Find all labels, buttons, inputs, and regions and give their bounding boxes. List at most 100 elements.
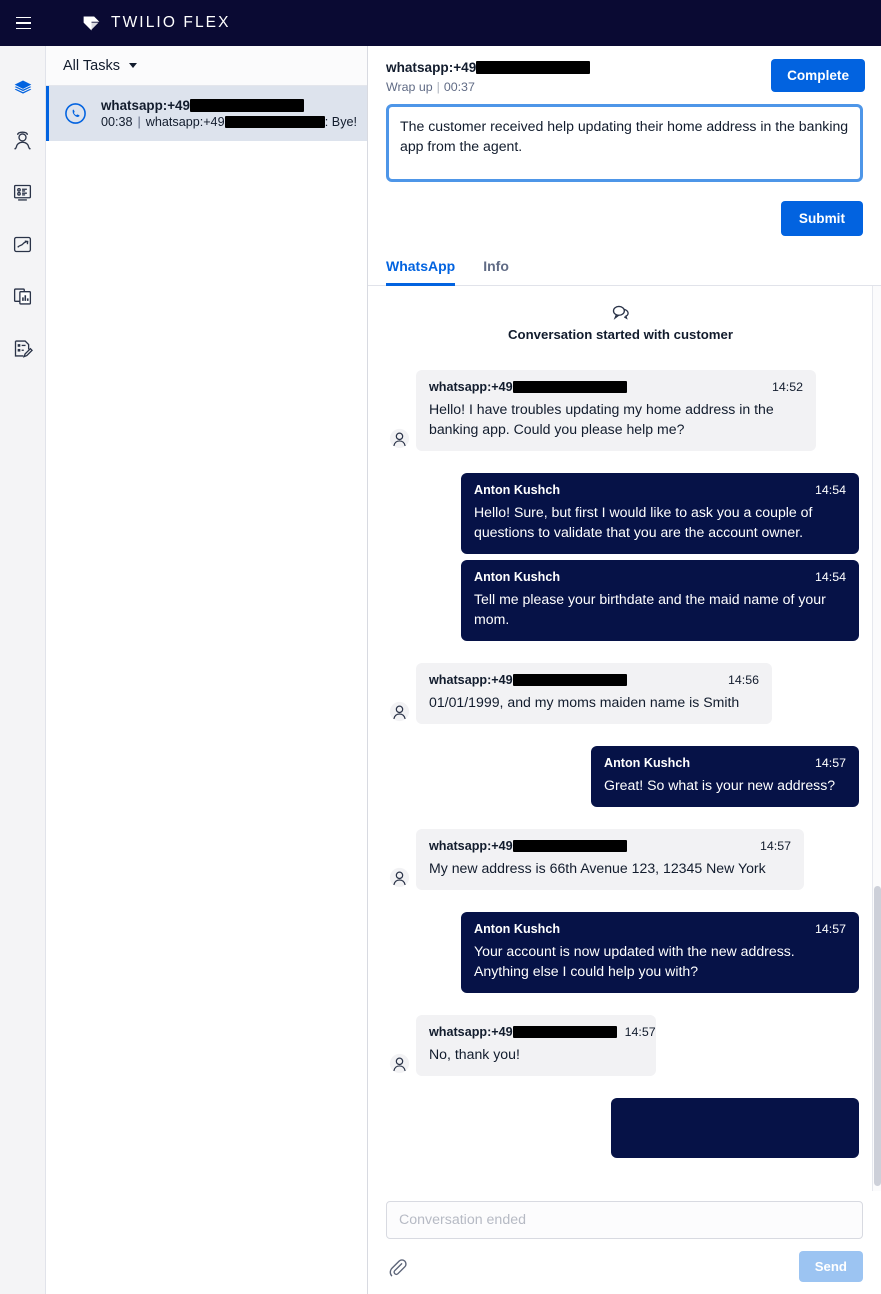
- avatar: [382, 428, 416, 451]
- task-filter-dropdown[interactable]: All Tasks: [46, 46, 367, 86]
- message-bubble: whatsapp:+49 14:56 01/01/1999, and my mo…: [416, 663, 772, 724]
- message-text: 01/01/1999, and my moms maiden name is S…: [429, 694, 740, 710]
- message-row: Anton Kushch 14:54 Hello! Sure, but firs…: [382, 473, 859, 554]
- task-header-name: whatsapp:+49: [386, 60, 591, 75]
- sidebar-rail: [0, 46, 46, 1294]
- sidebar-item-queues-stats[interactable]: [0, 166, 46, 218]
- sidebar-item-tasks[interactable]: [0, 62, 46, 114]
- task-list-item[interactable]: whatsapp:+49 00:38 | whatsapp:+49: Bye!: [46, 86, 367, 141]
- message-time: 14:57: [814, 756, 846, 770]
- task-header-status: Wrap up | 00:37: [386, 80, 590, 94]
- sidebar-item-agents[interactable]: [0, 114, 46, 166]
- message-author-prefix: whatsapp:+49: [429, 673, 513, 687]
- message-bubble-partial: [611, 1098, 859, 1158]
- task-status-timer: 00:37: [443, 80, 475, 94]
- message-list-scrollbar[interactable]: [872, 286, 881, 1191]
- message-time: 14:57: [624, 1025, 656, 1039]
- message-row: whatsapp:+49 14:56 01/01/1999, and my mo…: [382, 663, 859, 724]
- message-bubble: whatsapp:+49 14:57 No, thank you!: [416, 1015, 656, 1076]
- complete-button[interactable]: Complete: [771, 59, 865, 92]
- task-item-separator: |: [137, 115, 141, 129]
- redacted-phone: [189, 99, 304, 112]
- hamburger-icon[interactable]: [2, 0, 44, 46]
- message-text: Great! So what is your new address?: [604, 777, 836, 793]
- edit-document-icon: [14, 339, 33, 358]
- redacted-phone: [476, 61, 591, 74]
- redacted-phone: [512, 840, 627, 852]
- task-item-preview-prefix: whatsapp:+49: [145, 115, 225, 129]
- message-header: Anton Kushch 14:54: [474, 570, 846, 584]
- message-time: 14:54: [814, 483, 846, 497]
- message-author: whatsapp:+49: [429, 839, 627, 853]
- composer-actions: Send: [386, 1251, 863, 1282]
- task-item-title-row: whatsapp:+49: [101, 98, 357, 113]
- message-row: Anton Kushch 14:57 Your account is now u…: [382, 912, 859, 993]
- message-input[interactable]: [386, 1201, 863, 1239]
- task-item-body: whatsapp:+49 00:38 | whatsapp:+49: Bye!: [101, 98, 357, 129]
- sidebar-item-realtime-insights[interactable]: [0, 218, 46, 270]
- message-bubble: Anton Kushch 14:54 Tell me please your b…: [461, 560, 859, 641]
- message-header: Anton Kushch 14:57: [604, 756, 846, 770]
- message-author: Anton Kushch: [604, 756, 691, 770]
- flex-app: TWILIO FLEX All Tasks whatsapp:+49 00:38…: [0, 0, 881, 1294]
- message-list[interactable]: Conversation started with customer whats…: [368, 286, 881, 1191]
- sidebar-item-reports[interactable]: [0, 270, 46, 322]
- task-header-name-prefix: whatsapp:+49: [386, 60, 477, 75]
- redacted-phone: [224, 116, 325, 128]
- task-list-panel: All Tasks whatsapp:+49 00:38 | whatsapp:…: [46, 46, 368, 1294]
- message-bubble: whatsapp:+49 14:57 My new address is 66t…: [416, 829, 804, 890]
- message-header: Anton Kushch 14:54: [474, 483, 846, 497]
- message-header: Anton Kushch 14:57: [474, 922, 846, 936]
- message-time: 14:54: [814, 570, 846, 584]
- brand: TWILIO FLEX: [81, 13, 231, 34]
- chevron-down-icon: [128, 63, 137, 68]
- message-author: Anton Kushch: [474, 483, 561, 497]
- person-avatar-icon: [389, 428, 409, 449]
- message-time: 14:57: [759, 839, 791, 853]
- submit-button[interactable]: Submit: [780, 201, 863, 236]
- message-row: Anton Kushch 14:57 Great! So what is you…: [382, 746, 859, 807]
- bar-chart-documents-icon: [13, 287, 32, 305]
- wrapup-notes-area: [368, 94, 881, 187]
- message-bubble: Anton Kushch 14:57 Your account is now u…: [461, 912, 859, 993]
- message-author: whatsapp:+49: [429, 1025, 617, 1039]
- channel-tabs: WhatsApp Info: [368, 236, 881, 286]
- avatar: [382, 867, 416, 890]
- layers-icon: [14, 80, 31, 94]
- message-time: 14:56: [727, 673, 759, 687]
- person-avatar-icon: [389, 867, 409, 888]
- task-status-label: Wrap up: [386, 80, 433, 94]
- message-text: My new address is 66th Avenue 123, 12345…: [429, 860, 766, 876]
- task-header-info: whatsapp:+49 Wrap up | 00:37: [386, 59, 591, 94]
- message-row: Anton Kushch 14:54 Tell me please your b…: [382, 560, 859, 641]
- send-button[interactable]: Send: [798, 1251, 863, 1282]
- task-item-title: whatsapp:+49: [101, 98, 190, 113]
- message-header: whatsapp:+49 14:57: [429, 839, 791, 853]
- message-composer: Send: [368, 1191, 881, 1294]
- wrapup-notes-input[interactable]: [386, 104, 863, 182]
- conversation-start-notice: Conversation started with customer: [382, 286, 859, 348]
- task-canvas: whatsapp:+49 Wrap up|00:37 Complete Subm…: [368, 46, 881, 1294]
- message-text: No, thank you!: [429, 1046, 520, 1062]
- redacted-phone: [512, 674, 627, 686]
- monitor-list-icon: [13, 184, 32, 201]
- paperclip-icon[interactable]: [386, 1256, 408, 1278]
- message-author: whatsapp:+49: [429, 380, 627, 394]
- submit-row: Submit: [368, 187, 881, 236]
- task-item-preview-suffix: : Bye!: [324, 115, 357, 129]
- chat-bubbles-icon: [612, 305, 629, 320]
- sidebar-item-forms[interactable]: [0, 322, 46, 374]
- message-time: 14:57: [814, 922, 846, 936]
- scrollbar-thumb[interactable]: [874, 886, 881, 1186]
- message-bubble: whatsapp:+49 14:52 Hello! I have trouble…: [416, 370, 816, 451]
- tab-whatsapp[interactable]: WhatsApp: [386, 258, 456, 286]
- task-filter-label: All Tasks: [63, 57, 120, 74]
- message-header: whatsapp:+49 14:57: [429, 1025, 656, 1039]
- trending-up-icon: [13, 236, 32, 252]
- message-author: Anton Kushch: [474, 570, 561, 584]
- redacted-phone: [512, 1026, 617, 1038]
- tab-info[interactable]: Info: [483, 258, 509, 286]
- message-author: whatsapp:+49: [429, 673, 627, 687]
- message-bubble: Anton Kushch 14:57 Great! So what is you…: [591, 746, 859, 807]
- message-row: whatsapp:+49 14:52 Hello! I have trouble…: [382, 370, 859, 451]
